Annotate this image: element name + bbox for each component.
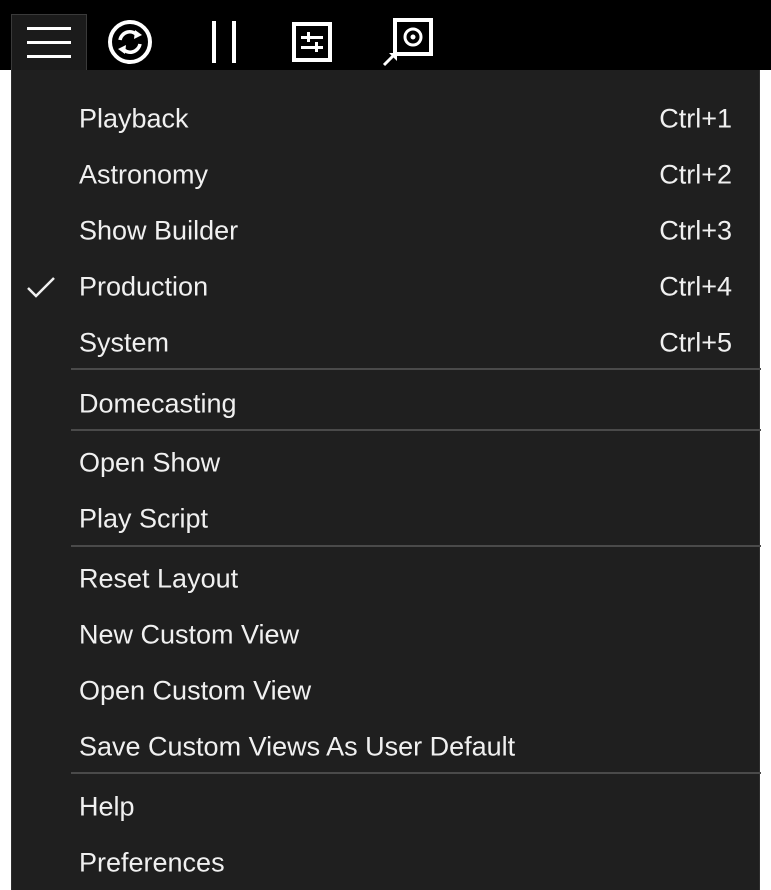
menu-item-label: Play Script (79, 503, 209, 534)
main-menu-dropdown: Playback Ctrl+1 Astronomy Ctrl+2 Show Bu… (11, 70, 761, 890)
sync-icon (108, 20, 152, 64)
hamburger-menu-icon (27, 26, 71, 58)
settings-sliders-button[interactable] (284, 14, 340, 70)
menu-item-label: New Custom View (79, 619, 300, 650)
menu-item-label: Reset Layout (79, 563, 239, 594)
menu-item-play-script[interactable]: Play Script (12, 492, 759, 546)
menu-item-shortcut: Ctrl+2 (659, 159, 732, 190)
menu-item-label: Preferences (79, 847, 225, 878)
menu-item-label: Show Builder (79, 215, 239, 246)
menu-item-label: Domecasting (79, 388, 237, 419)
toolbar (0, 0, 771, 70)
menu-item-label: Help (79, 791, 135, 822)
screen-capture-icon (382, 18, 433, 67)
menu-item-label: Production (79, 271, 209, 302)
main-menu-button[interactable] (11, 14, 87, 70)
menu-item-reset-layout[interactable]: Reset Layout (12, 552, 759, 606)
menu-item-label: Open Show (79, 447, 221, 478)
menu-item-new-custom-view[interactable]: New Custom View (12, 608, 759, 662)
menu-item-show-builder[interactable]: Show Builder Ctrl+3 (12, 204, 759, 258)
menu-separator (71, 545, 761, 547)
pause-button[interactable] (205, 14, 245, 70)
checkmark-icon (27, 277, 55, 298)
menu-item-open-custom-view[interactable]: Open Custom View (12, 664, 759, 718)
menu-item-open-show[interactable]: Open Show (12, 436, 759, 490)
menu-item-label: Save Custom Views As User Default (79, 731, 516, 762)
menu-separator (71, 772, 761, 774)
menu-item-label: Astronomy (79, 159, 209, 190)
menu-item-playback[interactable]: Playback Ctrl+1 (12, 92, 759, 146)
menu-item-save-custom-views-default[interactable]: Save Custom Views As User Default (12, 720, 759, 774)
menu-item-preferences[interactable]: Preferences (12, 836, 759, 890)
menu-item-shortcut: Ctrl+3 (659, 215, 732, 246)
menu-item-label: System (79, 327, 170, 358)
screen-capture-button[interactable] (378, 14, 440, 70)
menu-item-shortcut: Ctrl+4 (659, 271, 732, 302)
pause-icon (212, 21, 236, 63)
sync-button[interactable] (100, 14, 160, 70)
menu-item-shortcut: Ctrl+1 (659, 103, 732, 134)
menu-item-domecasting[interactable]: Domecasting (12, 377, 759, 431)
menu-item-astronomy[interactable]: Astronomy Ctrl+2 (12, 148, 759, 202)
menu-item-label: Open Custom View (79, 675, 312, 706)
menu-item-system[interactable]: System Ctrl+5 (12, 316, 759, 370)
sliders-icon (292, 22, 332, 62)
menu-separator (71, 368, 761, 370)
menu-item-help[interactable]: Help (12, 780, 759, 834)
menu-item-shortcut: Ctrl+5 (659, 327, 732, 358)
menu-item-production[interactable]: Production Ctrl+4 (12, 260, 759, 314)
menu-item-label: Playback (79, 103, 189, 134)
menu-separator (71, 429, 761, 431)
